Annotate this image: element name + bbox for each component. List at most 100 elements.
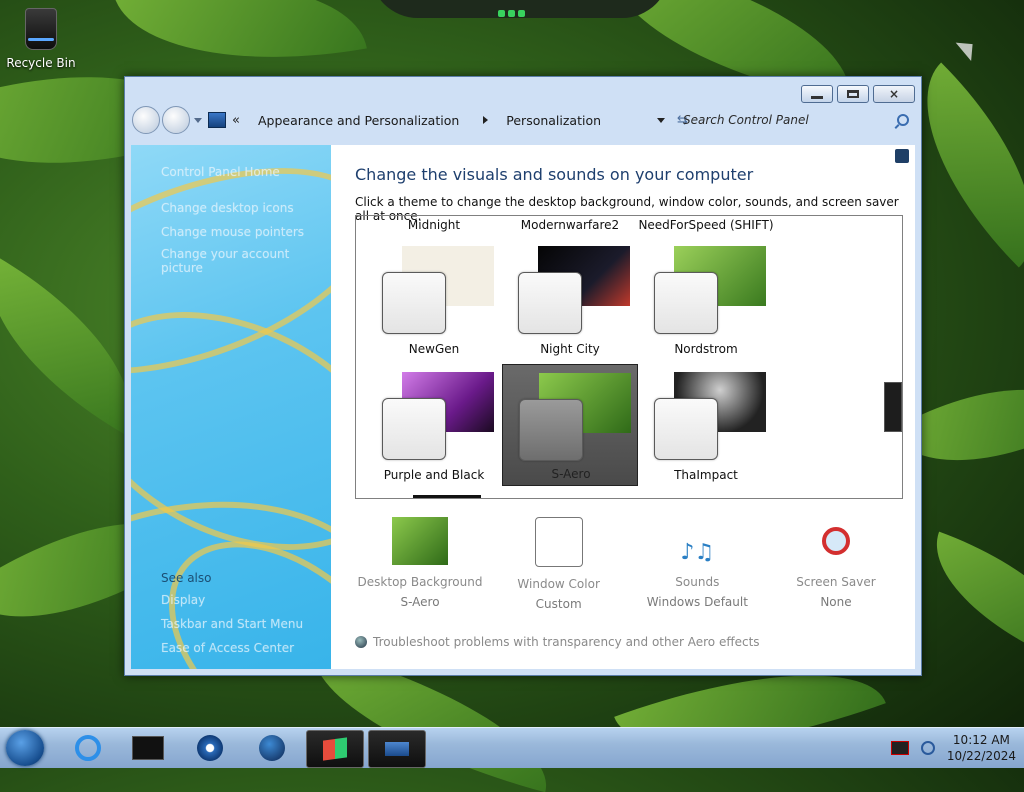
setting-value: Custom (535, 597, 582, 611)
main-content-pane: Change the visuals and sounds on your co… (331, 145, 915, 669)
setting-name: Window Color (517, 577, 600, 591)
minimize-button[interactable] (801, 85, 833, 103)
change-mouse-pointers-link[interactable]: Change mouse pointers (161, 225, 304, 239)
personalization-window: × « Appearance and Personalization Perso… (124, 76, 922, 676)
setting-name: Sounds (675, 575, 720, 589)
theme-label: Night City (540, 342, 600, 356)
change-desktop-icons-link[interactable]: Change desktop icons (161, 201, 294, 215)
clock[interactable]: 10:12 AM 10/22/2024 (947, 732, 1016, 764)
page-title: Change the visuals and sounds on your co… (355, 165, 754, 184)
theme-label: ThaImpact (674, 468, 738, 482)
internet-explorer-icon (75, 735, 101, 761)
search-icon[interactable] (897, 114, 909, 126)
media-center-icon (132, 736, 164, 760)
troubleshoot-link[interactable]: Troubleshoot problems with transparency … (355, 635, 760, 649)
setting-value: S-Aero (400, 595, 440, 609)
desktop-background-setting[interactable]: Desktop Background S-Aero (355, 517, 485, 613)
network-icon[interactable] (920, 741, 935, 755)
globe-icon (259, 735, 285, 761)
setting-value: None (820, 595, 852, 609)
help-icon[interactable] (895, 149, 909, 163)
breadcrumb-personalization[interactable]: Personalization (506, 113, 601, 128)
gadget-indicator (498, 6, 528, 17)
window-color-swatch (518, 272, 582, 334)
screen-saver-setting[interactable]: Screen Saver None (771, 517, 901, 613)
window-color-icon (534, 517, 583, 567)
window-color-swatch (382, 272, 446, 334)
window-color-swatch (519, 399, 583, 461)
address-dropdown-icon[interactable] (657, 117, 666, 123)
back-button[interactable] (132, 106, 160, 134)
mouse-cursor-icon (955, 34, 981, 62)
screen-saver-icon (808, 517, 864, 565)
windows-flag-icon (323, 737, 347, 761)
breadcrumb-overflow[interactable]: « (232, 113, 240, 128)
clock-time: 10:12 AM (952, 733, 1010, 747)
theme-thaimpact[interactable]: ThaImpact (638, 364, 774, 486)
control-panel-icon (208, 112, 226, 128)
maximize-icon (847, 90, 859, 98)
theme-gallery: Midnight Modernwarfare2 NeedForSpeed (SH… (355, 215, 903, 499)
tray-app-icon[interactable] (890, 741, 909, 755)
next-theme-edge (413, 495, 481, 498)
search-input[interactable]: Search Control Panel (683, 113, 809, 127)
theme-nordstrom[interactable]: Nordstrom (638, 238, 774, 360)
window-color-swatch (654, 398, 718, 460)
window-color-swatch (382, 398, 446, 460)
taskbar-windows-flag[interactable] (306, 730, 364, 768)
desktop-background-icon (392, 517, 448, 565)
taskbar-control-panel[interactable] (368, 730, 426, 768)
theme-s-aero[interactable]: S-Aero (502, 364, 638, 486)
taskbar-media-center[interactable] (120, 730, 176, 766)
desktop-icon-recycle-bin[interactable]: Recycle Bin (6, 8, 76, 70)
troubleshoot-label: Troubleshoot problems with transparency … (373, 635, 760, 649)
control-panel-icon (385, 742, 409, 756)
ease-of-access-link[interactable]: Ease of Access Center (161, 641, 294, 655)
display-link[interactable]: Display (161, 593, 205, 607)
recent-pages-dropdown[interactable] (194, 117, 202, 123)
setting-name: Screen Saver (796, 575, 876, 589)
control-panel-home-link[interactable]: Control Panel Home (161, 165, 280, 179)
taskbar-ie[interactable] (60, 730, 116, 766)
window-controls: × (801, 85, 915, 103)
maximize-button[interactable] (837, 85, 869, 103)
window-color-swatch (654, 272, 718, 334)
theme-purple-and-black[interactable]: Purple and Black (366, 364, 502, 486)
recycle-bin-icon (25, 8, 57, 50)
theme-night-city[interactable]: Night City (502, 238, 638, 360)
close-button[interactable]: × (873, 85, 915, 103)
sounds-icon: ♪♫ (680, 540, 715, 565)
address-bar: « Appearance and Personalization Persona… (129, 105, 915, 135)
theme-section-label: NeedForSpeed (SHIFT) (638, 218, 774, 232)
media-player-icon (197, 735, 223, 761)
desktop-icon-label: Recycle Bin (6, 56, 76, 70)
setting-value: Windows Default (646, 595, 748, 609)
gallery-scrollbar[interactable] (884, 382, 902, 432)
theme-section-label: Modernwarfare2 (520, 218, 620, 232)
taskbar-globe[interactable] (244, 730, 300, 766)
theme-label: Purple and Black (383, 468, 485, 482)
theme-settings-row: Desktop Background S-Aero Window Color C… (355, 517, 901, 613)
window-color-setting[interactable]: Window Color Custom (494, 517, 624, 613)
theme-label: NewGen (408, 342, 460, 356)
theme-section-label: Midnight (407, 218, 461, 232)
clock-date: 10/22/2024 (946, 749, 1016, 763)
breadcrumb-chevron-icon[interactable] (483, 116, 489, 124)
left-navigation-pane: Control Panel Home Change desktop icons … (131, 145, 331, 669)
close-icon: × (888, 87, 900, 101)
theme-newgen[interactable]: NewGen (366, 238, 502, 360)
start-button[interactable] (6, 730, 44, 766)
forward-button[interactable] (162, 106, 190, 134)
theme-label: S-Aero (551, 467, 591, 481)
system-tray: 10:12 AM 10/22/2024 (890, 730, 1016, 766)
sounds-setting[interactable]: ♪♫ Sounds Windows Default (632, 517, 762, 613)
search-box[interactable]: Search Control Panel (675, 108, 915, 132)
taskbar-media-player[interactable] (182, 730, 238, 766)
troubleshoot-icon (355, 636, 367, 648)
minimize-icon (811, 95, 823, 99)
taskbar: 10:12 AM 10/22/2024 (0, 727, 1024, 768)
taskbar-start-menu-link[interactable]: Taskbar and Start Menu (161, 617, 303, 631)
setting-name: Desktop Background (357, 575, 483, 589)
breadcrumb-appearance[interactable]: Appearance and Personalization (258, 113, 459, 128)
change-account-picture-link[interactable]: Change your account picture (161, 247, 331, 275)
